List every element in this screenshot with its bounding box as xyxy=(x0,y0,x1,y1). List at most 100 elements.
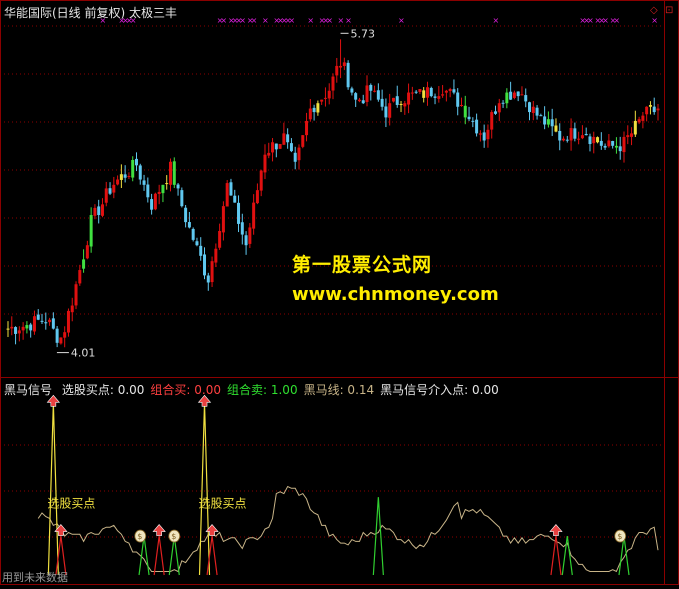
indicator-item: 组合卖: 1.00 xyxy=(227,383,298,397)
candle-body xyxy=(40,320,44,322)
candle-body xyxy=(584,133,588,136)
candle-body xyxy=(429,87,433,97)
candle-body xyxy=(85,245,89,259)
candle-body xyxy=(157,191,161,194)
candle-body xyxy=(108,188,112,194)
candle-body xyxy=(380,98,384,107)
candle-body xyxy=(630,133,634,137)
candle-body xyxy=(486,129,490,140)
candle-body xyxy=(89,215,93,247)
candle-body xyxy=(248,227,252,244)
candle-body xyxy=(10,326,14,329)
candle-body xyxy=(520,94,524,96)
candle-body xyxy=(648,105,652,107)
candle-body xyxy=(478,133,482,135)
candle-body xyxy=(592,136,596,144)
candle-body xyxy=(539,115,543,117)
candle-body xyxy=(286,134,290,143)
candle-body xyxy=(70,305,74,313)
resize-icon[interactable]: ⊡ xyxy=(665,5,673,16)
money-bag-symbol: $ xyxy=(617,532,622,541)
candle-body xyxy=(554,125,558,132)
signal-marker: × xyxy=(239,16,246,25)
candle-body xyxy=(278,144,282,149)
candle-body xyxy=(274,143,278,150)
candle-body xyxy=(501,102,505,104)
candle-body xyxy=(233,195,237,203)
candle-body xyxy=(305,120,309,136)
candle-body xyxy=(524,95,528,102)
candle-body xyxy=(622,136,626,153)
watermark-title: 第一股票公式网 xyxy=(292,254,433,276)
candle-body xyxy=(36,314,40,320)
candle-body xyxy=(289,143,293,152)
buy-point-label: 选股买点 xyxy=(199,497,247,511)
candle-body xyxy=(441,94,445,96)
candle-body xyxy=(357,99,361,102)
candle-body xyxy=(259,170,263,191)
signal-marker: × xyxy=(398,16,405,25)
candle-body xyxy=(652,106,656,113)
signal-marker: × xyxy=(326,16,333,25)
candle-body xyxy=(255,190,259,204)
candle-body xyxy=(131,160,135,178)
candle-body xyxy=(119,174,123,180)
candle-body xyxy=(580,135,584,139)
candle-body xyxy=(463,105,467,118)
candle-body xyxy=(25,325,29,329)
diamond-icon[interactable]: ◇ xyxy=(650,5,658,16)
indicator-item: 黑马线: 0.14 xyxy=(303,383,375,397)
candle-body xyxy=(497,103,501,113)
candle-body xyxy=(611,141,615,146)
candle-body xyxy=(562,138,566,141)
candle-body xyxy=(244,235,248,246)
candle-body xyxy=(229,182,233,196)
candle-body xyxy=(161,184,165,194)
candle-body xyxy=(546,119,550,125)
candle-body xyxy=(78,270,82,284)
signal-marker: × xyxy=(493,16,500,25)
candle-body xyxy=(373,90,377,92)
candle-body xyxy=(599,140,603,146)
candle-body xyxy=(444,90,448,93)
candle-body xyxy=(82,259,86,269)
candle-body xyxy=(237,202,241,224)
signal-marker: × xyxy=(338,16,345,25)
candle-body xyxy=(448,89,452,92)
candle-body xyxy=(573,128,577,139)
candle-body xyxy=(350,88,354,93)
candle-body xyxy=(199,245,203,256)
candle-body xyxy=(138,165,142,180)
candle-body xyxy=(603,145,607,148)
candle-body xyxy=(203,254,207,276)
candle-body xyxy=(645,106,649,115)
chart-title: 华能国际(日线 前复权) 太极三丰 xyxy=(4,6,177,20)
candle-body xyxy=(607,140,611,147)
candle-body xyxy=(414,91,418,93)
candle-body xyxy=(74,284,78,306)
indicator-item: 黑马信号介入点: 0.00 xyxy=(380,383,499,397)
candle-body xyxy=(399,103,403,105)
signal-marker: × xyxy=(251,16,258,25)
candle-body xyxy=(55,328,59,343)
candle-body xyxy=(509,91,513,100)
candle-body xyxy=(327,90,331,99)
candle-body xyxy=(267,152,271,156)
candle-body xyxy=(14,327,18,334)
candle-body xyxy=(206,275,210,283)
indicator-legend: 黑马信号 选股买点: 0.00 组合买: 0.00 组合卖: 1.00 黑马线: 0.… xyxy=(4,381,511,398)
candle-body xyxy=(293,152,297,162)
signal-marker: × xyxy=(220,16,227,25)
candle-body xyxy=(482,132,486,141)
candle-body xyxy=(134,158,138,166)
candle-body xyxy=(184,207,188,223)
candle-body xyxy=(418,89,422,92)
candle-body xyxy=(191,228,195,240)
candle-body xyxy=(391,97,395,102)
candle-body xyxy=(308,108,312,120)
candle-body xyxy=(100,204,104,216)
candle-body xyxy=(153,193,157,210)
candle-body xyxy=(535,107,539,116)
candle-body xyxy=(21,326,25,331)
candle-body xyxy=(142,180,146,185)
